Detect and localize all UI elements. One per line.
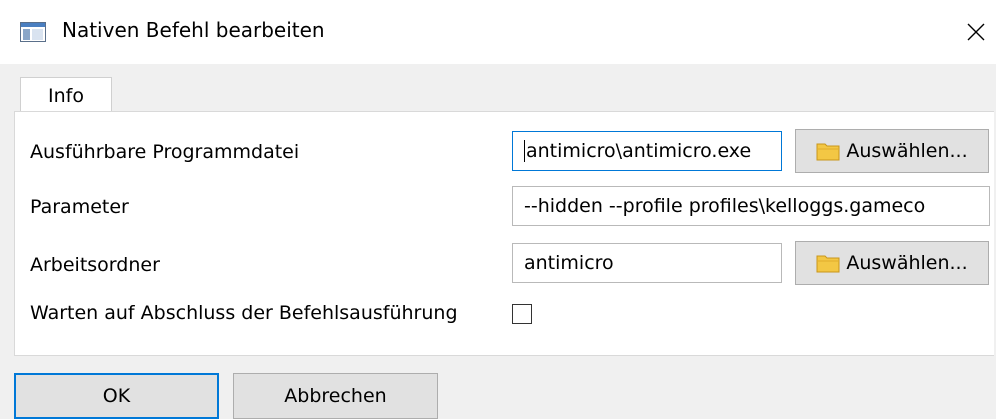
wait-checkbox[interactable]: [512, 304, 532, 324]
title-bar: Nativen Befehl bearbeiten: [0, 0, 996, 64]
folder-icon: [816, 141, 840, 161]
executable-browse-button[interactable]: Auswählen...: [795, 129, 989, 173]
parameters-value: --hidden --profile profiles\kelloggs.gam…: [524, 195, 926, 217]
tab-info-label: Info: [48, 84, 84, 107]
cancel-label: Abbrechen: [284, 385, 387, 407]
tab-info[interactable]: Info: [20, 77, 112, 113]
executable-label: Ausführbare Programmdatei: [30, 141, 300, 163]
working-dir-browse-button[interactable]: Auswählen...: [795, 241, 989, 285]
executable-value: antimicro\antimicro.exe: [526, 140, 752, 162]
close-button[interactable]: [956, 12, 996, 52]
working-dir-input[interactable]: antimicro: [512, 243, 782, 283]
parameters-input[interactable]: --hidden --profile profiles\kelloggs.gam…: [512, 186, 990, 226]
working-dir-label: Arbeitsordner: [30, 254, 160, 276]
executable-input[interactable]: antimicro\antimicro.exe: [512, 131, 782, 171]
cancel-button[interactable]: Abbrechen: [233, 373, 438, 419]
window-app-icon: [20, 22, 46, 42]
working-dir-browse-label: Auswählen...: [846, 252, 968, 274]
executable-browse-label: Auswählen...: [846, 140, 968, 162]
working-dir-value: antimicro: [524, 252, 614, 274]
folder-icon: [816, 253, 840, 273]
text-caret: [524, 140, 525, 162]
close-icon: [967, 23, 985, 41]
window-title: Nativen Befehl bearbeiten: [62, 18, 325, 42]
wait-label: Warten auf Abschluss der Befehlsausführu…: [30, 302, 458, 324]
parameters-label: Parameter: [30, 196, 129, 218]
ok-button[interactable]: OK: [14, 373, 219, 419]
ok-label: OK: [102, 385, 131, 407]
